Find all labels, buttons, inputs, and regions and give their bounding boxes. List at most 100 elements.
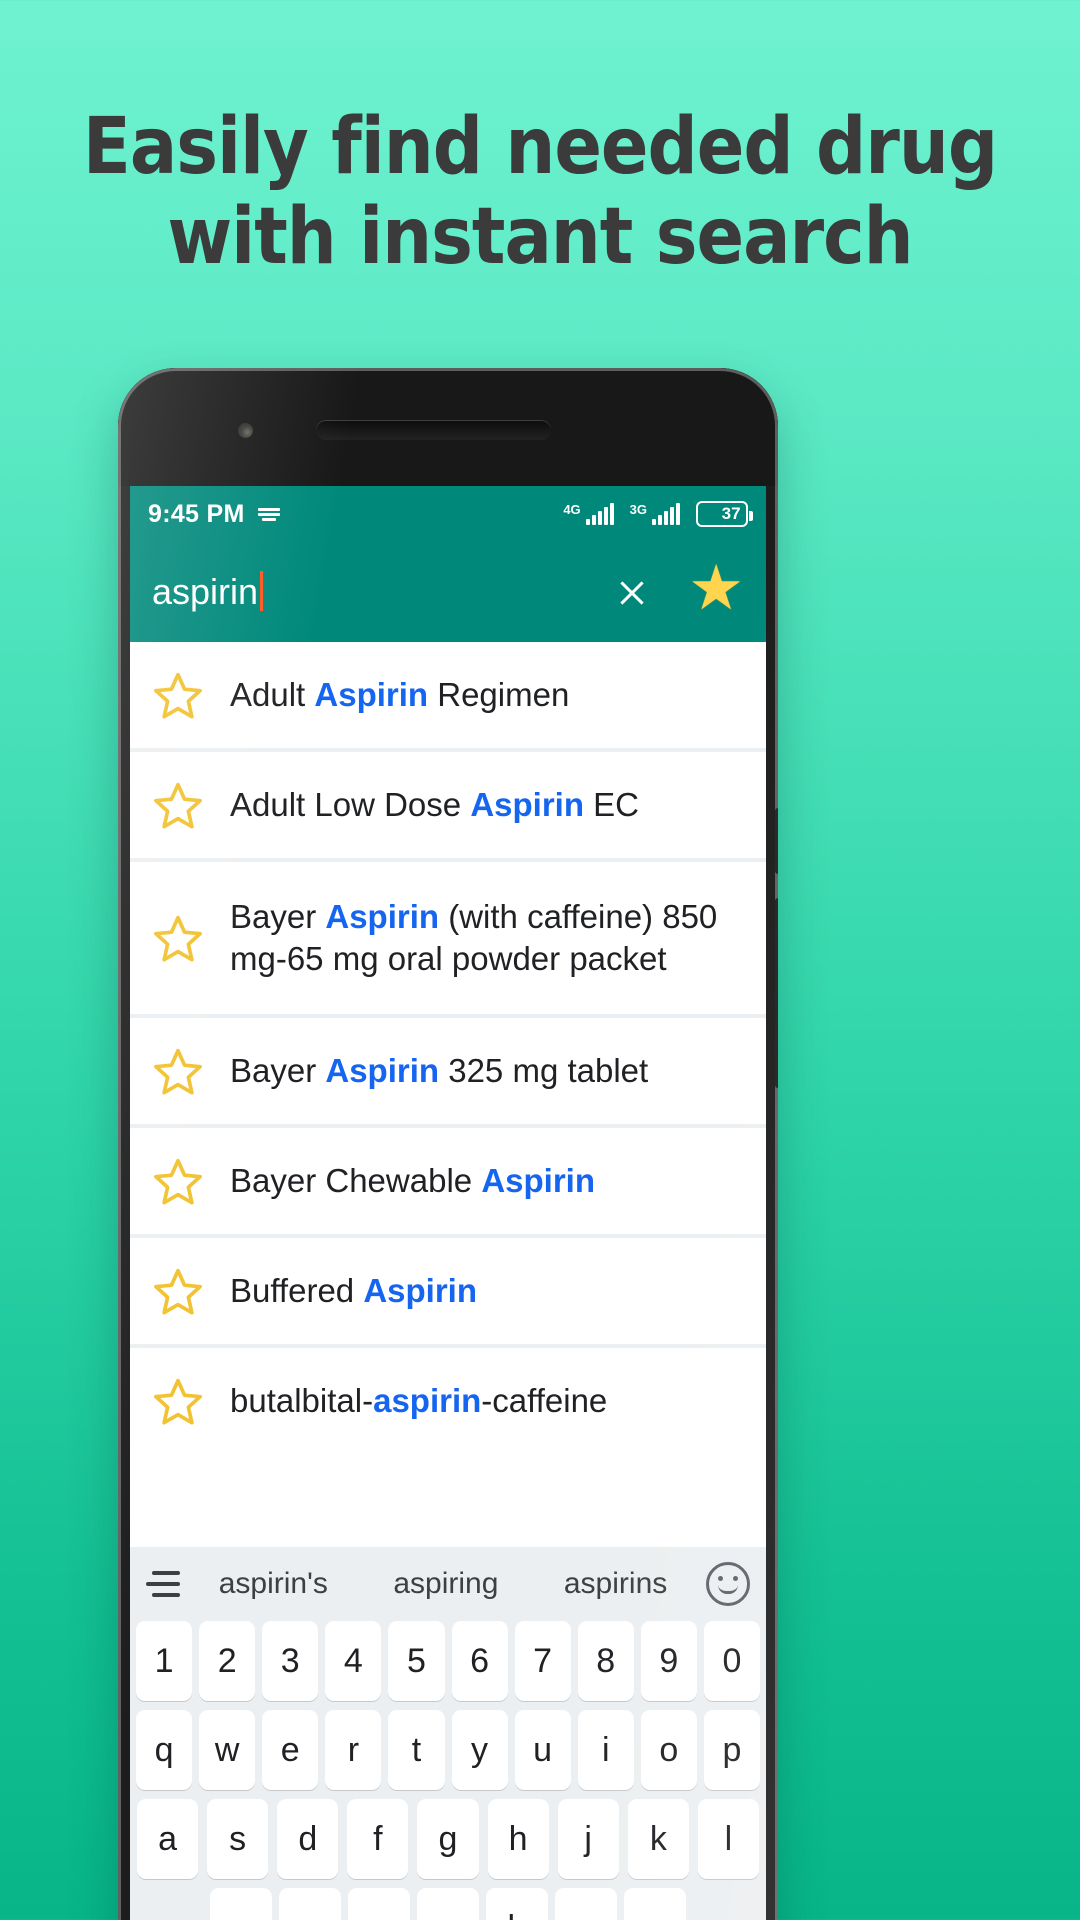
key-c[interactable]: c (348, 1888, 410, 1920)
result-highlight: aspirin (373, 1381, 482, 1419)
power-button[interactable] (775, 898, 778, 1088)
key-1[interactable]: 1 (136, 1621, 193, 1701)
key-n[interactable]: n (555, 1888, 617, 1920)
star-outline-icon[interactable] (152, 912, 230, 964)
earpiece-speaker (316, 420, 551, 440)
search-results-list: Adult Aspirin Regimen Adult Low Dose Asp… (130, 642, 766, 1454)
signal-bars-icon (585, 503, 614, 525)
key-k[interactable]: k (627, 1799, 689, 1879)
star-filled-icon[interactable]: ★ (688, 558, 744, 620)
result-row[interactable]: Bayer Aspirin 325 mg tablet (130, 1018, 766, 1124)
result-label: Adult Aspirin Regimen (230, 674, 569, 716)
hamburger-menu-icon[interactable] (146, 1571, 186, 1597)
result-label: butalbital-aspirin-caffeine (230, 1380, 607, 1422)
result-pre: Adult (230, 675, 315, 713)
suggestion-item[interactable]: aspirin's (219, 1567, 328, 1601)
result-label: Bayer Chewable Aspirin (230, 1160, 595, 1202)
key-z[interactable]: z (210, 1888, 272, 1920)
suggestion-item[interactable]: aspirins (564, 1567, 667, 1601)
key-s[interactable]: s (207, 1799, 269, 1879)
key-9[interactable]: 9 (640, 1621, 697, 1701)
result-row[interactable]: butalbital-aspirin-caffeine (130, 1348, 766, 1454)
result-row[interactable]: Bayer Aspirin (with caffeine) 850 mg-65 … (130, 862, 766, 1014)
result-highlight: Aspirin (325, 1051, 440, 1089)
volume-button[interactable] (775, 808, 778, 874)
key-x[interactable]: x (279, 1888, 341, 1920)
result-pre: Bayer (230, 1051, 326, 1089)
result-row[interactable]: Adult Aspirin Regimen (130, 642, 766, 748)
key-w[interactable]: w (199, 1710, 256, 1790)
signal-sim2: 3G (630, 503, 680, 525)
battery-icon: 37 (696, 501, 753, 527)
status-time: 9:45 PM (148, 499, 245, 528)
promo-headline-line2: with instant search (167, 191, 913, 282)
key-p[interactable]: p (703, 1710, 760, 1790)
key-v[interactable]: v (417, 1888, 479, 1920)
suggestion-bar: aspirin's aspiring aspirins (130, 1547, 766, 1621)
key-d[interactable]: d (277, 1799, 339, 1879)
key-f[interactable]: f (347, 1799, 409, 1879)
key-i[interactable]: i (577, 1710, 634, 1790)
key-0[interactable]: 0 (703, 1621, 760, 1701)
key-o[interactable]: o (640, 1710, 697, 1790)
result-highlight: Aspirin (481, 1161, 595, 1199)
result-highlight: Aspirin (470, 785, 584, 823)
key-r[interactable]: r (325, 1710, 382, 1790)
key-h[interactable]: h (487, 1799, 549, 1879)
close-icon[interactable] (612, 572, 652, 612)
keyboard-row-qwerty: q w e r t y u i o p (130, 1710, 766, 1799)
result-highlight: Aspirin (314, 675, 429, 713)
result-post: -caffeine (481, 1381, 608, 1419)
keyboard-row-bottom: z x c v b n m (130, 1888, 766, 1920)
front-camera-icon (238, 423, 253, 438)
text-caret (260, 571, 264, 611)
star-outline-icon[interactable] (152, 669, 230, 721)
emoji-icon[interactable] (706, 1562, 750, 1606)
signal-sim1-label: 4G (563, 502, 581, 517)
result-pre: butalbital- (230, 1381, 374, 1419)
result-highlight: Aspirin (325, 897, 440, 935)
signal-sim2-label: 3G (629, 502, 647, 517)
promo-headline-line1: Easily find needed drug (82, 102, 998, 192)
star-outline-icon[interactable] (152, 779, 230, 831)
result-post: 325 mg tablet (439, 1051, 649, 1089)
search-input[interactable]: aspirin (152, 571, 264, 613)
key-7[interactable]: 7 (514, 1621, 571, 1701)
virtual-keyboard: aspirin's aspiring aspirins 1 2 3 4 5 6 … (130, 1547, 766, 1920)
result-row[interactable]: Bayer Chewable Aspirin (130, 1128, 766, 1234)
phone-screen: 9:45 PM 4G 3G 37 aspirin ★ Adult Aspirin… (130, 486, 766, 1920)
status-bar: 9:45 PM 4G 3G 37 (130, 486, 766, 542)
key-a[interactable]: a (137, 1799, 199, 1879)
key-8[interactable]: 8 (577, 1621, 634, 1701)
result-row[interactable]: Adult Low Dose Aspirin EC (130, 752, 766, 858)
key-u[interactable]: u (514, 1710, 571, 1790)
star-outline-icon[interactable] (152, 1375, 230, 1427)
result-row[interactable]: Buffered Aspirin (130, 1238, 766, 1344)
result-pre: Bayer Chewable (230, 1161, 482, 1199)
key-3[interactable]: 3 (262, 1621, 319, 1701)
key-l[interactable]: l (697, 1799, 759, 1879)
result-post: Regimen (428, 675, 570, 713)
key-j[interactable]: j (557, 1799, 619, 1879)
key-m[interactable]: m (624, 1888, 686, 1920)
key-b[interactable]: b (486, 1888, 548, 1920)
key-y[interactable]: y (451, 1710, 508, 1790)
suggestion-item[interactable]: aspiring (393, 1567, 498, 1601)
keyboard-row-numbers: 1 2 3 4 5 6 7 8 9 0 (130, 1621, 766, 1710)
star-outline-icon[interactable] (152, 1265, 230, 1317)
key-2[interactable]: 2 (199, 1621, 256, 1701)
keyboard-icon (257, 507, 280, 521)
keyboard-row-home: a s d f g h j k l (130, 1799, 766, 1888)
key-e[interactable]: e (262, 1710, 319, 1790)
key-4[interactable]: 4 (325, 1621, 382, 1701)
key-q[interactable]: q (136, 1710, 193, 1790)
star-outline-icon[interactable] (152, 1155, 230, 1207)
key-6[interactable]: 6 (451, 1621, 508, 1701)
key-g[interactable]: g (417, 1799, 479, 1879)
key-t[interactable]: t (388, 1710, 445, 1790)
result-label: Buffered Aspirin (230, 1270, 477, 1312)
phone-mockup: 9:45 PM 4G 3G 37 aspirin ★ Adult Aspirin… (118, 368, 778, 1920)
key-5[interactable]: 5 (388, 1621, 445, 1701)
star-outline-icon[interactable] (152, 1045, 230, 1097)
result-pre: Bayer (230, 897, 326, 935)
